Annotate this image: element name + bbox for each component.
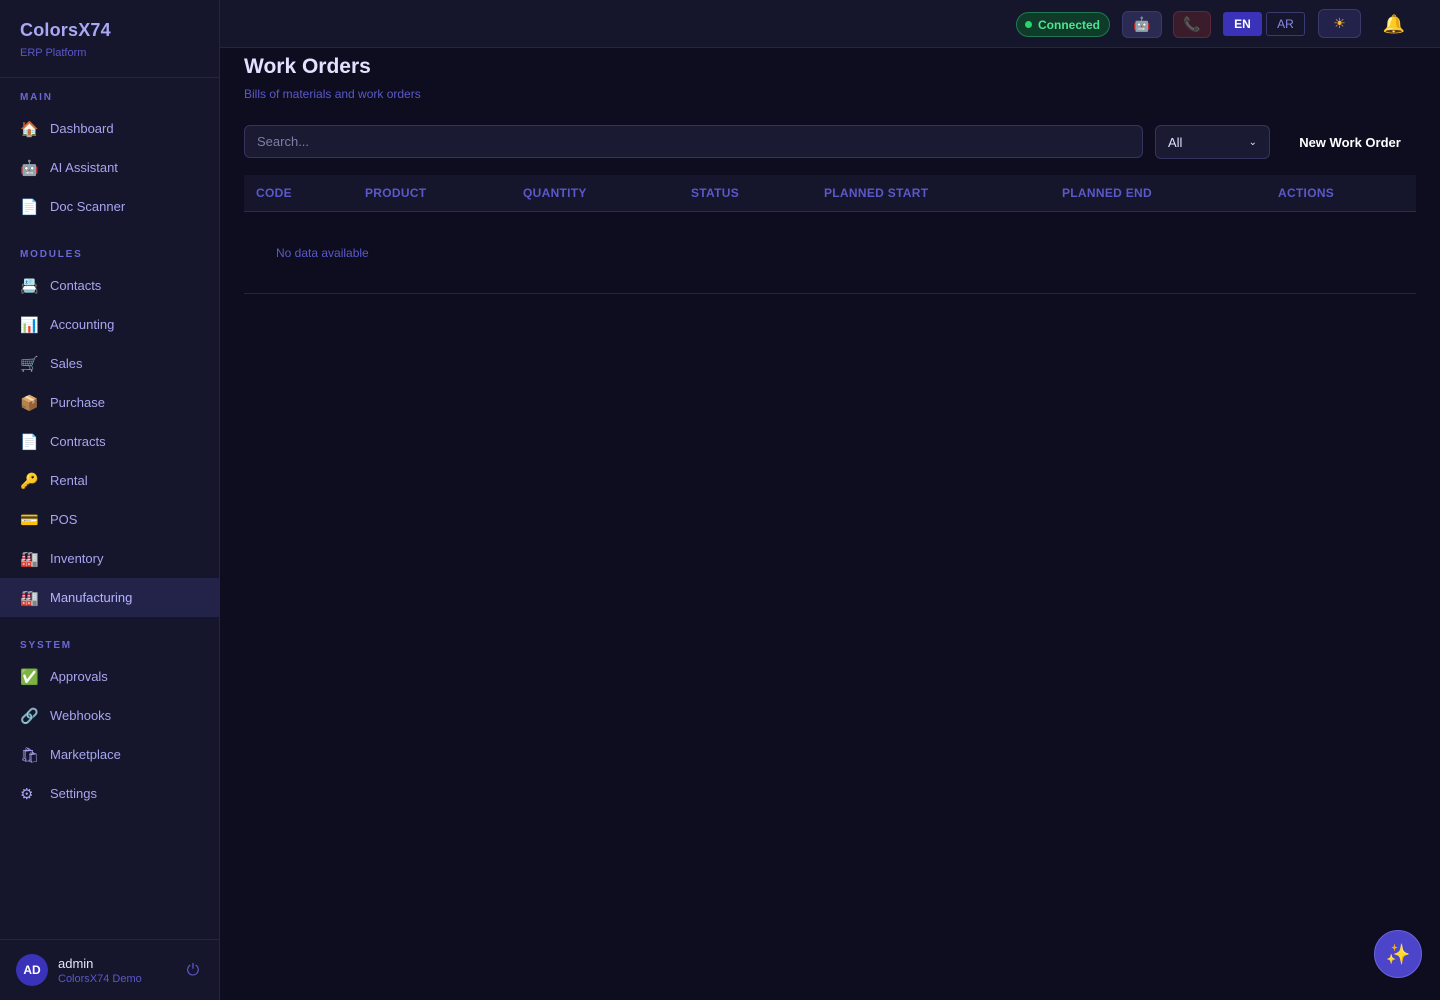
sidebar-item-label: Settings bbox=[50, 786, 97, 801]
sidebar-item-webhooks[interactable]: 🔗 Webhooks bbox=[0, 696, 219, 735]
connection-status-label: Connected bbox=[1038, 17, 1101, 32]
page-subtitle: Bills of materials and work orders bbox=[244, 87, 421, 101]
sidebar-item-label: Rental bbox=[50, 473, 88, 488]
logout-icon[interactable]: ⏻ bbox=[183, 960, 203, 980]
sidebar-item-label: Accounting bbox=[50, 317, 115, 332]
sidebar-item-label: Marketplace bbox=[50, 747, 121, 762]
sidebar-nav: MAIN 🏠 Dashboard 🤖 AI Assistant 📄 Doc Scanner M… bbox=[0, 90, 219, 813]
sparkles-icon: ✨ bbox=[1385, 942, 1411, 966]
package-icon: 📦 bbox=[20, 393, 39, 412]
house-icon: 🏠 bbox=[20, 119, 39, 138]
sidebar-item-dashboard[interactable]: 🏠 Dashboard bbox=[0, 109, 219, 148]
card-icon: 💳 bbox=[20, 510, 39, 529]
robot-icon: 🤖 bbox=[20, 158, 39, 177]
document-icon: 📄 bbox=[20, 432, 39, 451]
status-dot-icon bbox=[1025, 21, 1032, 28]
sidebar-item-contracts[interactable]: 📄 Contracts bbox=[0, 422, 219, 461]
empty-state-text: No data available bbox=[276, 246, 369, 260]
chart-icon: 📊 bbox=[20, 315, 39, 334]
key-icon: 🔑 bbox=[20, 471, 39, 490]
sun-icon: ☀ bbox=[1333, 15, 1346, 32]
search-input[interactable] bbox=[244, 125, 1143, 158]
brand-subtitle: ERP Platform bbox=[20, 47, 87, 59]
call-button[interactable]: 📞 bbox=[1173, 11, 1211, 38]
notifications-button[interactable]: 🔔 bbox=[1382, 11, 1406, 38]
sidebar-item-label: Contacts bbox=[50, 278, 102, 293]
section-label-main: MAIN bbox=[20, 92, 53, 103]
language-ar-button[interactable]: AR bbox=[1266, 12, 1305, 36]
sidebar-item-pos[interactable]: 💳 POS bbox=[0, 500, 219, 539]
sidebar-item-settings[interactable]: ⚙ Settings bbox=[0, 774, 219, 813]
user-panel: AD admin ColorsX74 Demo ⏻ bbox=[0, 939, 219, 1000]
sidebar-item-inventory[interactable]: 🏭 Inventory bbox=[0, 539, 219, 578]
link-icon: 🔗 bbox=[20, 706, 39, 725]
ai-fab-button[interactable]: ✨ bbox=[1374, 930, 1422, 978]
contacts-icon: 📇 bbox=[20, 276, 39, 295]
user-meta: admin ColorsX74 Demo bbox=[58, 956, 183, 985]
document-icon: 📄 bbox=[20, 197, 39, 216]
sidebar: ColorsX74 ERP Platform MAIN 🏠 Dashboard 🤖 AI… bbox=[0, 0, 220, 1000]
topbar: Connected 🤖 📞 EN AR ☀ 🔔 bbox=[220, 0, 1440, 48]
factory-icon: 🏭 bbox=[20, 588, 39, 607]
avatar[interactable]: AD bbox=[16, 954, 48, 986]
sidebar-item-label: Webhooks bbox=[50, 708, 112, 723]
sidebar-item-label: Sales bbox=[50, 356, 83, 371]
column-header-actions[interactable]: ACTIONS bbox=[1278, 175, 1334, 212]
sidebar-item-accounting[interactable]: 📊 Accounting bbox=[0, 305, 219, 344]
sidebar-item-manufacturing[interactable]: 🏭 Manufacturing bbox=[0, 578, 219, 617]
phone-icon: 📞 bbox=[1183, 16, 1201, 33]
sidebar-item-label: Inventory bbox=[50, 551, 104, 566]
main-content: Work Orders Bills of materials and work … bbox=[244, 48, 1416, 294]
chevron-down-icon: ⌄ bbox=[1248, 136, 1257, 148]
factory-icon: 🏭 bbox=[20, 549, 39, 568]
brand-name[interactable]: ColorsX74 bbox=[20, 20, 199, 41]
sidebar-item-label: Purchase bbox=[50, 395, 105, 410]
theme-toggle-button[interactable]: ☀ bbox=[1318, 9, 1361, 38]
section-label-system: SYSTEM bbox=[20, 640, 72, 651]
toolbar: All ⌄ New Work Order bbox=[244, 125, 1416, 159]
page-title: Work Orders bbox=[244, 55, 371, 78]
connection-status-badge: Connected bbox=[1016, 12, 1110, 37]
table-header: CODE PRODUCT QUANTITY STATUS PLANNED START PL… bbox=[244, 175, 1416, 212]
sidebar-item-label: Contracts bbox=[50, 434, 106, 449]
user-org: ColorsX74 Demo bbox=[58, 972, 142, 985]
sidebar-item-sales[interactable]: 🛒 Sales bbox=[0, 344, 219, 383]
gear-icon: ⚙ bbox=[20, 784, 34, 803]
table-body: No data available bbox=[244, 212, 1416, 294]
user-name: admin bbox=[58, 955, 94, 971]
sidebar-item-label: POS bbox=[50, 512, 78, 527]
column-header-planned-end[interactable]: PLANNED END bbox=[1062, 175, 1152, 212]
ai-assistant-button[interactable]: 🤖 bbox=[1122, 11, 1162, 38]
sidebar-item-label: AI Assistant bbox=[50, 160, 118, 175]
column-header-planned-start[interactable]: PLANNED START bbox=[824, 175, 928, 212]
new-work-order-button[interactable]: New Work Order bbox=[1284, 125, 1416, 159]
status-filter-select[interactable]: All ⌄ bbox=[1155, 125, 1270, 159]
sidebar-item-label: Manufacturing bbox=[50, 590, 133, 605]
section-label-modules: MODULES bbox=[20, 249, 83, 260]
column-header-quantity[interactable]: QUANTITY bbox=[523, 175, 587, 212]
sidebar-item-ai-assistant[interactable]: 🤖 AI Assistant bbox=[0, 148, 219, 187]
sidebar-item-doc-scanner[interactable]: 📄 Doc Scanner bbox=[0, 187, 219, 226]
cart-icon: 🛒 bbox=[20, 354, 39, 373]
work-orders-table: CODE PRODUCT QUANTITY STATUS PLANNED START PL… bbox=[244, 175, 1416, 294]
column-header-product[interactable]: PRODUCT bbox=[365, 175, 426, 212]
sidebar-item-label: Doc Scanner bbox=[50, 199, 126, 214]
filter-value: All bbox=[1168, 134, 1183, 150]
bell-icon: 🔔 bbox=[1382, 14, 1406, 35]
language-en-button[interactable]: EN bbox=[1223, 12, 1262, 36]
sidebar-item-contacts[interactable]: 📇 Contacts bbox=[0, 266, 219, 305]
column-header-code[interactable]: CODE bbox=[256, 175, 292, 212]
column-header-status[interactable]: STATUS bbox=[691, 175, 739, 212]
sidebar-item-purchase[interactable]: 📦 Purchase bbox=[0, 383, 219, 422]
sidebar-item-approvals[interactable]: ✅ Approvals bbox=[0, 657, 219, 696]
check-icon: ✅ bbox=[20, 667, 39, 686]
sidebar-item-rental[interactable]: 🔑 Rental bbox=[0, 461, 219, 500]
brand: ColorsX74 ERP Platform bbox=[0, 0, 219, 78]
sidebar-item-marketplace[interactable]: 🛍 Marketplace bbox=[0, 735, 219, 774]
sidebar-item-label: Dashboard bbox=[50, 121, 114, 136]
shopping-bags-icon: 🛍 bbox=[20, 745, 40, 764]
robot-icon: 🤖 bbox=[1133, 16, 1151, 33]
sidebar-item-label: Approvals bbox=[50, 669, 108, 684]
